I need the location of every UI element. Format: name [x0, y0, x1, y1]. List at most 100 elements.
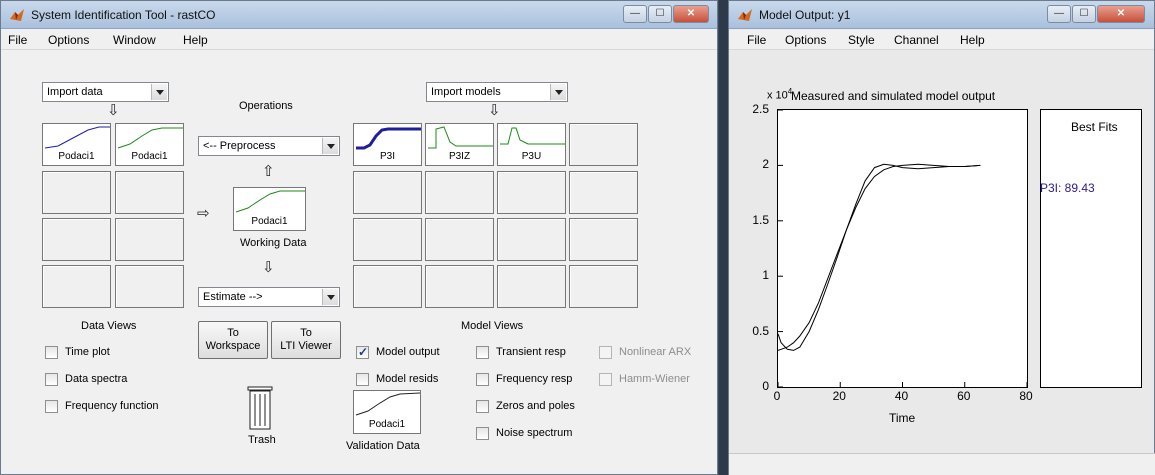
model-slot-1[interactable]: P3I	[353, 123, 422, 166]
estimate-dropdown[interactable]: Estimate -->	[198, 287, 340, 307]
transient-resp-checkbox[interactable]: Transient resp	[476, 345, 586, 360]
model-resids-checkbox[interactable]: Model resids	[356, 372, 466, 387]
time-plot-checkbox[interactable]: Time plot	[45, 345, 165, 360]
down-arrow-icon: ⇩	[488, 102, 501, 119]
model-slot-3[interactable]: P3U	[497, 123, 566, 166]
output-titlebar[interactable]: Model Output: y1 — ☐ ✕	[729, 1, 1154, 29]
operations-title: Operations	[239, 100, 293, 112]
model-slot-10[interactable]	[425, 218, 494, 261]
model-thumbnail	[356, 127, 421, 150]
validation-data-label: Validation Data	[346, 440, 420, 452]
frequency-function-checkbox[interactable]: Frequency function	[45, 399, 185, 414]
minimize-button[interactable]: —	[623, 5, 647, 23]
model-slot-13[interactable]	[353, 265, 422, 308]
menu-help[interactable]: Help	[960, 33, 985, 47]
plot-axes[interactable]	[777, 109, 1028, 388]
output-title: Model Output: y1	[759, 8, 851, 22]
output-menubar: File Options Style Channel Help	[729, 30, 1154, 50]
to-workspace-button[interactable]: To Workspace	[198, 321, 268, 359]
chevron-down-icon[interactable]	[322, 289, 338, 305]
menu-window[interactable]: Window	[113, 33, 156, 47]
hamm-wiener-checkbox[interactable]: Hamm-Wiener	[599, 372, 709, 387]
x-tick-label: 40	[894, 389, 909, 403]
import-models-dropdown[interactable]: Import models	[426, 82, 568, 102]
close-button[interactable]: ✕	[1097, 5, 1145, 23]
menu-help[interactable]: Help	[183, 33, 208, 47]
series-line-2	[778, 163, 981, 351]
data-slot-2[interactable]: Podaci1	[115, 123, 184, 166]
model-output-checkbox[interactable]: Model output	[356, 345, 466, 360]
model-slot-2[interactable]: P3IZ	[425, 123, 494, 166]
up-arrow-icon: ⇧	[262, 163, 275, 180]
model-slot-8[interactable]	[569, 171, 638, 214]
matlab-logo-icon	[738, 9, 752, 21]
to-lti-viewer-button[interactable]: To LTI Viewer	[271, 321, 341, 359]
model-slot-4[interactable]	[569, 123, 638, 166]
x-tick-label: 60	[957, 389, 971, 403]
validation-data-slot[interactable]: Podaci1	[353, 390, 421, 434]
trash-icon[interactable]	[247, 386, 273, 432]
model-slot-14[interactable]	[425, 265, 494, 308]
menu-file[interactable]: File	[747, 33, 766, 47]
data-thumbnail	[355, 392, 421, 416]
best-fits-panel: Best Fits	[1040, 109, 1142, 388]
sysid-titlebar[interactable]: System Identification Tool - rastCO — ☐ …	[1, 1, 717, 29]
down-arrow-icon: ⇩	[107, 102, 120, 119]
chevron-down-icon[interactable]	[151, 84, 167, 100]
x-axis-label: Time	[889, 411, 916, 425]
model-output-window: Model Output: y1 — ☐ ✕ File Options Styl…	[728, 0, 1155, 475]
data-slot-8[interactable]	[115, 265, 184, 308]
working-data-label: Working Data	[240, 237, 307, 249]
chevron-down-icon[interactable]	[322, 138, 338, 154]
y-tick-label: 2.5	[752, 102, 769, 116]
matlab-logo-icon	[10, 9, 24, 21]
sysid-title: System Identification Tool - rastCO	[31, 8, 216, 22]
desktop-gap	[719, 0, 728, 475]
data-slot-7[interactable]	[42, 265, 111, 308]
noise-spectrum-checkbox[interactable]: Noise spectrum	[476, 426, 586, 441]
y-tick-label: 1	[762, 268, 769, 283]
zeros-poles-checkbox[interactable]: Zeros and poles	[476, 399, 586, 414]
model-views-title: Model Views	[461, 320, 524, 332]
data-spectra-checkbox[interactable]: Data spectra	[45, 372, 165, 387]
close-button[interactable]: ✕	[673, 5, 709, 23]
menu-file[interactable]: File	[8, 33, 27, 47]
right-arrow-icon: ⇨	[197, 205, 210, 222]
data-thumbnail	[44, 126, 110, 149]
frequency-resp-checkbox[interactable]: Frequency resp	[476, 372, 586, 387]
data-slot-6[interactable]	[115, 218, 184, 261]
data-slot-5[interactable]	[42, 218, 111, 261]
model-slot-12[interactable]	[569, 218, 638, 261]
best-fit-entry[interactable]: P3I: 89.43	[1040, 181, 1095, 195]
sysid-window: System Identification Tool - rastCO — ☐ …	[0, 0, 718, 475]
maximize-button[interactable]: ☐	[1072, 5, 1096, 23]
menu-options[interactable]: Options	[48, 33, 89, 47]
series-line-1	[778, 163, 981, 351]
model-slot-7[interactable]	[497, 171, 566, 214]
data-slot-1[interactable]: Podaci1	[42, 123, 111, 166]
model-slot-11[interactable]	[497, 218, 566, 261]
model-thumbnail	[500, 127, 565, 145]
preprocess-dropdown[interactable]: <-- Preprocess	[198, 136, 340, 156]
nonlinear-arx-checkbox[interactable]: Nonlinear ARX	[599, 345, 709, 360]
model-slot-15[interactable]	[497, 265, 566, 308]
maximize-button[interactable]: ☐	[648, 5, 672, 23]
chart-exponent: x 104	[767, 87, 793, 102]
model-slot-16[interactable]	[569, 265, 638, 308]
model-slot-5[interactable]	[353, 171, 422, 214]
data-thumbnail	[117, 127, 183, 149]
model-thumbnail	[428, 126, 493, 149]
chevron-down-icon[interactable]	[550, 84, 566, 100]
model-slot-6[interactable]	[425, 171, 494, 214]
data-slot-3[interactable]	[42, 171, 111, 214]
menu-channel[interactable]: Channel	[894, 33, 939, 47]
import-data-dropdown[interactable]: Import data	[42, 82, 169, 102]
chart-title: Measured and simulated model output	[791, 89, 996, 103]
y-tick-label: 0	[762, 379, 769, 393]
menu-options[interactable]: Options	[785, 33, 826, 47]
working-data-slot[interactable]: Podaci1	[233, 187, 306, 231]
data-slot-4[interactable]	[115, 171, 184, 214]
model-slot-9[interactable]	[353, 218, 422, 261]
minimize-button[interactable]: —	[1047, 5, 1071, 23]
menu-style[interactable]: Style	[848, 33, 875, 47]
